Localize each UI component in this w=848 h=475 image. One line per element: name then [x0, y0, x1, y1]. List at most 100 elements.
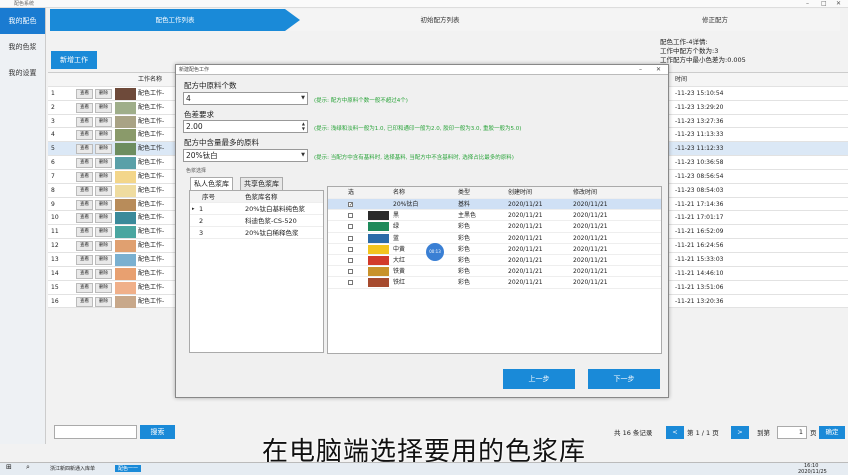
view-button[interactable]: 查看 — [76, 88, 93, 99]
paste-modified: 2020/11/21 — [573, 245, 608, 253]
view-button[interactable]: 查看 — [76, 268, 93, 279]
color-swatch — [115, 198, 136, 211]
paste-checkbox[interactable] — [348, 246, 353, 252]
row-number: 12 — [51, 242, 59, 250]
ingredient-count-label: 配方中原料个数 — [184, 81, 237, 90]
view-button[interactable]: 查看 — [76, 171, 93, 182]
windows-start-icon[interactable]: ⊞ — [6, 463, 12, 471]
taskbar-search-icon[interactable]: ⌕ — [26, 463, 30, 472]
paste-checkbox[interactable] — [348, 280, 353, 286]
paste-modified: 2020/11/21 — [573, 201, 608, 208]
view-button[interactable]: 查看 — [76, 296, 93, 307]
paste-modified: 2020/11/21 — [573, 279, 608, 287]
paste-checkbox[interactable] — [348, 213, 353, 219]
view-button[interactable]: 查看 — [76, 130, 93, 141]
row-number: 16 — [51, 297, 59, 305]
taskbar-app-active[interactable]: 配色一一 — [115, 465, 142, 472]
paste-row[interactable]: 大红 彩色 2020/11/21 2020/11/21 — [328, 255, 661, 267]
delete-button[interactable]: 删除 — [95, 171, 112, 182]
title-bar: 配色系统 – □ ✕ — [0, 0, 848, 8]
paste-row[interactable]: 中黄 彩色 2020/11/21 2020/11/21 — [328, 244, 661, 255]
paste-row[interactable]: 铁红 彩色 2020/11/21 2020/11/21 — [328, 277, 661, 289]
step-work-list[interactable]: 配色工作列表 — [50, 9, 300, 31]
delete-button[interactable]: 删除 — [95, 88, 112, 99]
view-button[interactable]: 查看 — [76, 158, 93, 169]
taskbar-app[interactable]: 浙江新四新通入库单 — [50, 465, 95, 472]
view-button[interactable]: 查看 — [76, 254, 93, 265]
delete-button[interactable]: 删除 — [95, 130, 112, 141]
paste-row[interactable]: 绿 彩色 2020/11/21 2020/11/21 — [328, 221, 661, 233]
delete-button[interactable]: 删除 — [95, 296, 112, 307]
row-number: 1 — [51, 89, 55, 97]
tab-private-library[interactable]: 私人色浆库 — [190, 177, 233, 190]
list-item[interactable]: ▸ 1 20%钛白基料纯色浆 — [190, 203, 323, 215]
paste-row[interactable]: 蓝 彩色 2020/11/21 2020/11/21 — [328, 233, 661, 244]
view-button[interactable]: 查看 — [76, 116, 93, 127]
sidebar-item-settings[interactable]: 我的设置 — [0, 60, 45, 86]
color-swatch — [115, 184, 136, 197]
step-initial-formula[interactable]: 初始配方列表 — [290, 9, 590, 31]
paste-row[interactable]: 黑 主黑色 2020/11/21 2020/11/21 — [328, 210, 661, 222]
delete-button[interactable]: 删除 — [95, 144, 112, 155]
delete-button[interactable]: 删除 — [95, 268, 112, 279]
sidebar-item-my-pastes[interactable]: 我的色浆 — [0, 34, 45, 60]
work-name: 配色工作- — [138, 297, 165, 305]
view-button[interactable]: 查看 — [76, 282, 93, 293]
list-item[interactable]: 2 科迪色浆-CS-520 — [190, 215, 323, 227]
paste-row[interactable]: 铁黄 彩色 2020/11/21 2020/11/21 — [328, 266, 661, 278]
paste-name: 蓝 — [393, 234, 400, 242]
view-button[interactable]: 查看 — [76, 241, 93, 252]
library-no: 3 — [199, 229, 204, 237]
paste-type: 主黑色 — [458, 212, 477, 220]
view-button[interactable]: 查看 — [76, 227, 93, 238]
list-item[interactable]: 3 20%钛白稀释色浆 — [190, 227, 323, 239]
info-line: 工作中配方个数为:3 — [660, 47, 719, 55]
close-button[interactable]: ✕ — [836, 0, 841, 8]
delete-button[interactable]: 删除 — [95, 185, 112, 196]
info-line: 工作配方中最小色差为:0.005 — [660, 56, 746, 64]
paste-checkbox[interactable]: ✓ — [348, 202, 353, 208]
work-name: 配色工作- — [138, 89, 165, 97]
paste-section-label: 色浆选择 — [186, 168, 207, 174]
delete-button[interactable]: 删除 — [95, 102, 112, 113]
paste-checkbox[interactable] — [348, 269, 353, 275]
sidebar-item-my-colors[interactable]: 我的配色 — [0, 8, 45, 34]
minimize-button[interactable]: – — [806, 0, 809, 8]
paste-checkbox[interactable] — [348, 235, 353, 241]
maximize-button[interactable]: □ — [821, 0, 827, 8]
view-button[interactable]: 查看 — [76, 213, 93, 224]
paste-created: 2020/11/21 — [508, 245, 543, 253]
color-diff-stepper[interactable]: 2.00 ▲ ▼ — [183, 120, 308, 133]
prev-step-button[interactable]: 上一步 — [503, 369, 575, 389]
main-ingredient-select[interactable]: 20%钛白 ▼ — [183, 149, 308, 162]
delete-button[interactable]: 删除 — [95, 227, 112, 238]
view-button[interactable]: 查看 — [76, 102, 93, 113]
row-number: 9 — [51, 200, 55, 208]
view-button[interactable]: 查看 — [76, 144, 93, 155]
color-swatch — [115, 115, 136, 128]
delete-button[interactable]: 删除 — [95, 282, 112, 293]
step-correct-formula[interactable]: 修正配方 — [590, 9, 840, 31]
work-time: -11-23 13:27:36 — [675, 117, 724, 125]
view-button[interactable]: 查看 — [76, 199, 93, 210]
delete-button[interactable]: 删除 — [95, 213, 112, 224]
view-button[interactable]: 查看 — [76, 185, 93, 196]
paste-checkbox[interactable] — [348, 224, 353, 230]
paste-row[interactable]: ✓ 20%钛白 基料 2020/11/21 2020/11/21 — [328, 199, 661, 211]
ingredient-count-select[interactable]: 4 ▼ — [183, 92, 308, 105]
paste-checkbox[interactable] — [348, 257, 353, 263]
paste-type: 基料 — [458, 201, 471, 208]
dialog-minimize-button[interactable]: – — [639, 65, 642, 75]
library-list: 序号 色浆库名称 ▸ 1 20%钛白基料纯色浆 2 科迪色浆-CS-520 3 … — [189, 190, 324, 353]
delete-button[interactable]: 删除 — [95, 116, 112, 127]
delete-button[interactable]: 删除 — [95, 199, 112, 210]
delete-button[interactable]: 删除 — [95, 241, 112, 252]
color-swatch — [115, 170, 136, 183]
delete-button[interactable]: 删除 — [95, 158, 112, 169]
new-work-button[interactable]: 新增工作 — [51, 51, 97, 69]
work-time: -11-23 10:36:58 — [675, 159, 724, 167]
delete-button[interactable]: 删除 — [95, 254, 112, 265]
next-step-button[interactable]: 下一步 — [588, 369, 660, 389]
dialog-close-button[interactable]: ✕ — [656, 65, 661, 75]
tab-shared-library[interactable]: 共享色浆库 — [240, 177, 283, 190]
